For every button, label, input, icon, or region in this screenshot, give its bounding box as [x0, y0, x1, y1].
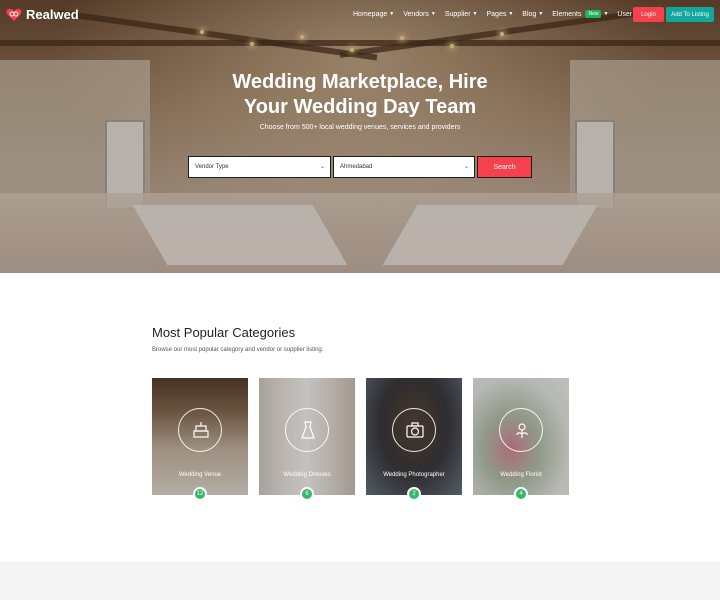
chevron-down-icon: ▼: [472, 11, 478, 17]
chevron-down-icon: ▼: [389, 11, 395, 17]
chevron-down-icon: ▼: [538, 11, 544, 17]
menu-label: Pages: [486, 10, 507, 18]
hero-banner: [0, 0, 720, 273]
heart-logo-icon: [6, 8, 22, 21]
search-button[interactable]: Search: [477, 156, 532, 178]
hero-overlay: [0, 0, 720, 273]
hero-title-line: Your Wedding Day Team: [243, 96, 477, 118]
menu-item-pages[interactable]: Pages ▼: [486, 10, 513, 18]
city-value: Ahmedabad: [340, 164, 373, 170]
category-count-badge: 12: [193, 487, 207, 501]
category-label: Wedding Dresses: [283, 472, 331, 478]
menu-item-supplier[interactable]: Supplier ▼: [445, 10, 478, 18]
search-bar: Vendor Type ⌄ Ahmedabad ⌄ Search: [188, 156, 534, 178]
hero-title: Wedding Marketplace, Hire Your Wedding D…: [160, 70, 560, 120]
menu-label: Vendors: [403, 10, 429, 18]
hero-title-line: Wedding Marketplace, Hire: [232, 71, 488, 93]
menu-item-blog[interactable]: Blog ▼: [522, 10, 543, 18]
logo-text: Realwed: [26, 7, 79, 22]
menu-item-elements[interactable]: Elements New ▼: [552, 10, 608, 18]
section-subtitle: Browse our most popular category and ven…: [152, 347, 324, 353]
menu-label: Homepage: [353, 10, 388, 18]
category-count-badge: 4: [514, 487, 528, 501]
menu-label: Supplier: [444, 10, 471, 18]
category-count-badge: 2: [407, 487, 421, 501]
hero-subtitle: Choose from 500+ local wedding venues, s…: [259, 124, 461, 131]
category-card-photographer[interactable]: Wedding Photographer: [366, 378, 462, 495]
city-select[interactable]: Ahmedabad ⌄: [333, 156, 475, 178]
chevron-down-icon: ⌄: [463, 164, 469, 170]
login-button[interactable]: Login: [633, 7, 664, 22]
add-listing-button[interactable]: Add To Listing: [666, 7, 714, 22]
category-label: Wedding Venue: [178, 472, 222, 478]
vendor-type-select[interactable]: Vendor Type ⌄: [188, 156, 331, 178]
category-count-badge: 6: [300, 487, 314, 501]
chevron-down-icon: ▼: [430, 11, 436, 17]
section-title: Most Popular Categories: [152, 325, 296, 340]
category-card-venue[interactable]: Wedding Venue: [152, 378, 248, 495]
menu-item-homepage[interactable]: Homepage ▼: [353, 10, 394, 18]
menu-label: Elements: [552, 10, 582, 18]
menu-label: Blog: [522, 10, 537, 18]
camera-icon: [392, 408, 436, 452]
menu-item-vendors[interactable]: Vendors ▼: [403, 10, 436, 18]
chevron-down-icon: ⌄: [319, 164, 325, 170]
new-badge: New: [585, 10, 602, 18]
category-card-florist[interactable]: Wedding Florist: [473, 378, 569, 495]
chevron-down-icon: ▼: [603, 11, 609, 17]
main-menu: Homepage ▼ Vendors ▼ Supplier ▼ Pages ▼ …: [353, 10, 668, 18]
category-label: Wedding Florist: [500, 472, 542, 478]
top-navbar: Realwed Homepage ▼ Vendors ▼ Supplier ▼ …: [0, 0, 720, 30]
cake-icon: [178, 408, 222, 452]
next-section-band: [0, 562, 720, 600]
logo[interactable]: Realwed: [6, 7, 79, 22]
category-card-dresses[interactable]: Wedding Dresses: [259, 378, 355, 495]
dress-icon: [285, 408, 329, 452]
vendor-type-value: Vendor Type: [195, 164, 229, 170]
chevron-down-icon: ▼: [508, 11, 514, 17]
flower-icon: [499, 408, 543, 452]
category-label: Wedding Photographer: [383, 472, 445, 478]
